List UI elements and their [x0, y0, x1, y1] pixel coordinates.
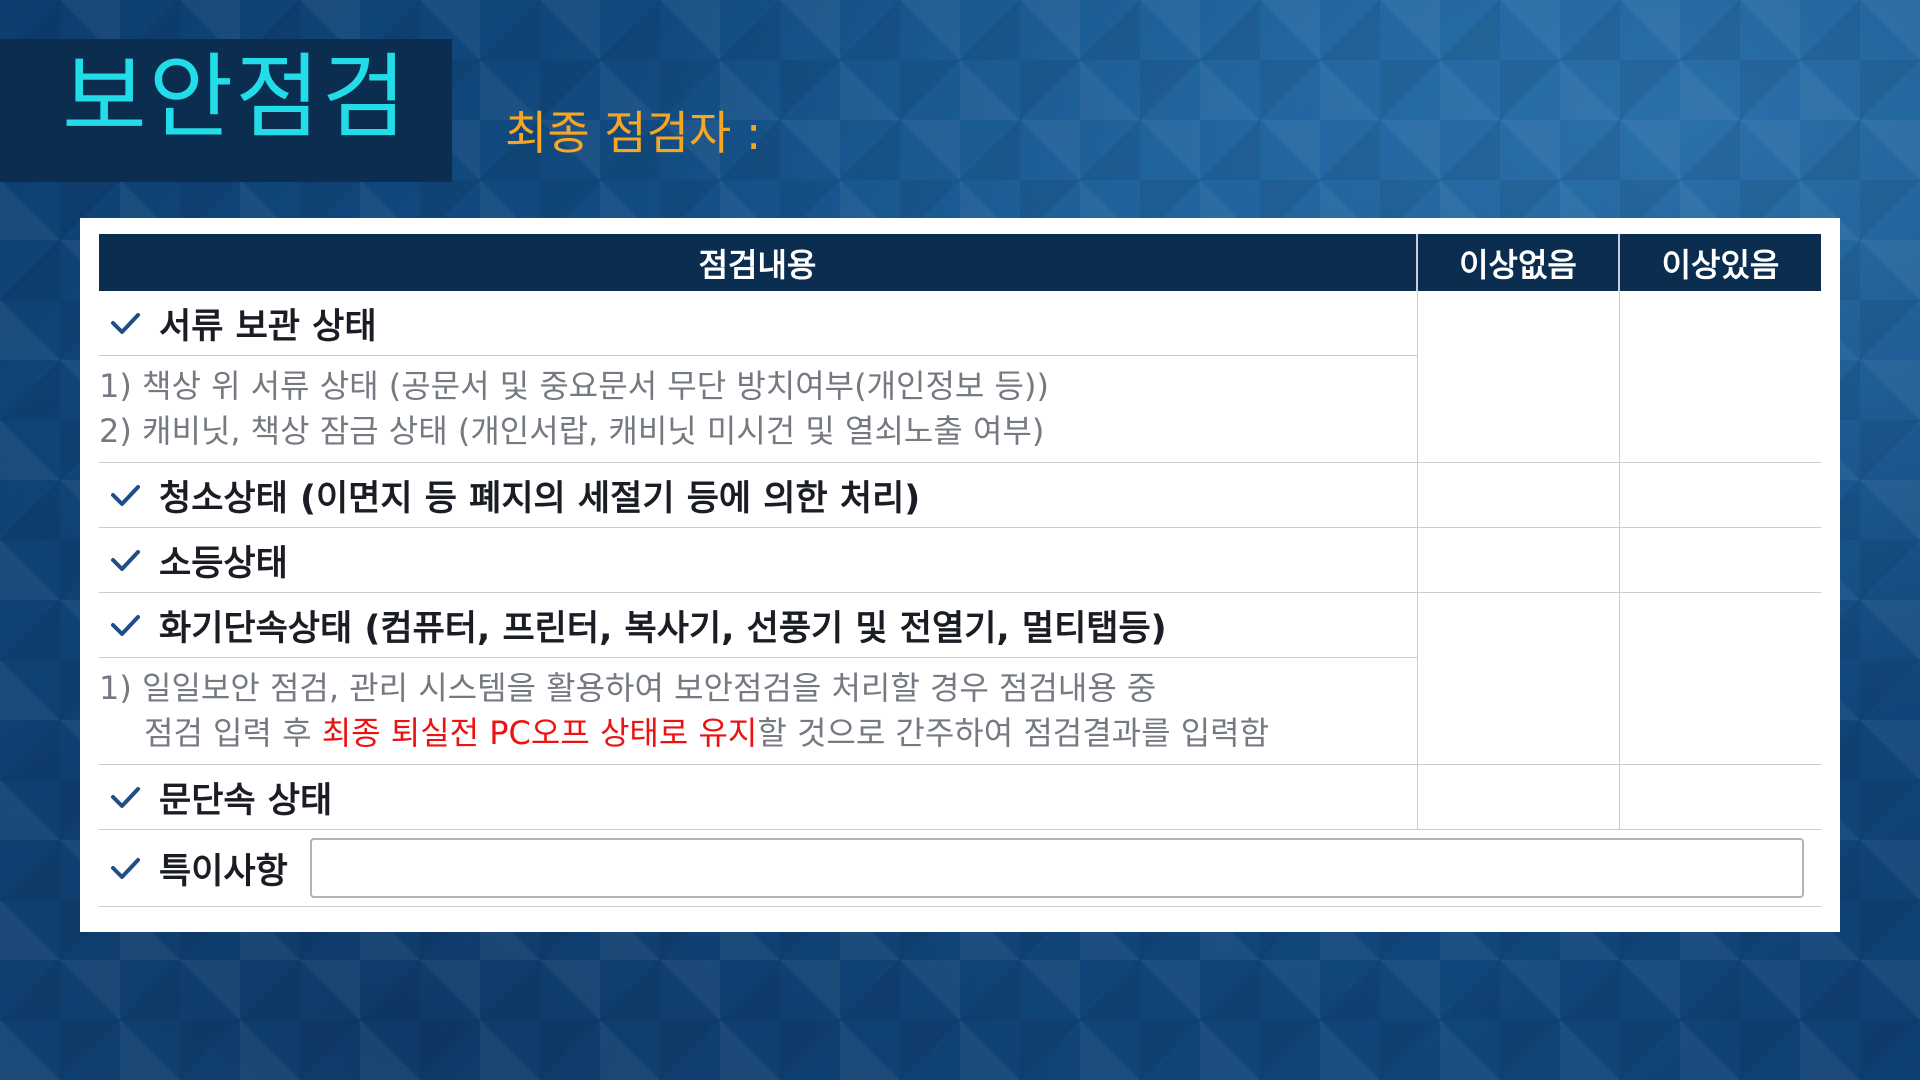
checkmark-icon [109, 609, 141, 641]
result-cell-no-issue[interactable] [1416, 462, 1619, 528]
category-fire: 화기단속상태 (컴퓨터, 프린터, 복사기, 선풍기 및 전열기, 멀티탭등) [99, 592, 1417, 658]
category-label: 소등상태 [159, 543, 288, 584]
detail-line: 1) 책상 위 서류 상태 (공문서 및 중요문서 무단 방치여부(개인정보 등… [99, 367, 1049, 405]
checkmark-icon [109, 307, 141, 339]
remarks-row: 특이사항 [99, 829, 1821, 907]
highlight-text: 최종 퇴실전 PC오프 상태로 유지 [321, 714, 758, 752]
result-cell-no-issue[interactable] [1416, 527, 1619, 593]
category-lights: 소등상태 [99, 527, 1417, 593]
remarks-label: 특이사항 [159, 851, 288, 892]
category-door: 문단속 상태 [99, 764, 1417, 830]
detail-line: 2) 캐비닛, 책상 잠금 상태 (개인서랍, 캐비닛 미시건 및 열쇠노출 여… [99, 412, 1045, 450]
checklist-card: 점검내용 이상없음 이상있음 서류 보관 상태 1) 책상 위 서류 상태 (공… [80, 218, 1840, 932]
security-checklist-table: 점검내용 이상없음 이상있음 서류 보관 상태 1) 책상 위 서류 상태 (공… [99, 234, 1821, 907]
detail-text: 점검 입력 후 [144, 714, 322, 752]
checkmark-icon [109, 852, 141, 884]
category-documents: 서류 보관 상태 [99, 291, 1417, 356]
table-row: 특이사항 [99, 829, 1821, 907]
table-row: 소등상태 [99, 527, 1821, 593]
result-cell-no-issue[interactable] [1416, 592, 1619, 765]
category-label: 화기단속상태 (컴퓨터, 프린터, 복사기, 선풍기 및 전열기, 멀티탭등) [159, 608, 1167, 649]
header-check-content: 점검내용 [99, 234, 1417, 291]
checkmark-icon [109, 781, 141, 813]
category-label: 서류 보관 상태 [159, 306, 377, 347]
final-inspector-label: 최종 점검자 : [505, 106, 762, 160]
table-row: 청소상태 (이면지 등 폐지의 세절기 등에 의한 처리) [99, 462, 1821, 528]
header-issue: 이상있음 [1618, 234, 1821, 291]
result-cell-no-issue[interactable] [1416, 764, 1619, 830]
result-cell-issue[interactable] [1618, 527, 1821, 593]
table-header-row: 점검내용 이상없음 이상있음 [99, 234, 1821, 291]
result-cell-issue[interactable] [1618, 291, 1821, 463]
page-title: 보안점검 [62, 44, 409, 151]
checkmark-icon [109, 479, 141, 511]
table-row: 문단속 상태 [99, 764, 1821, 830]
detail-line: 점검 입력 후 최종 퇴실전 PC오프 상태로 유지할 것으로 간주하여 점검결… [99, 711, 1417, 756]
documents-details: 1) 책상 위 서류 상태 (공문서 및 중요문서 무단 방치여부(개인정보 등… [99, 355, 1417, 463]
result-cell-no-issue[interactable] [1416, 291, 1619, 463]
category-cleaning: 청소상태 (이면지 등 폐지의 세절기 등에 의한 처리) [99, 462, 1417, 528]
result-cell-issue[interactable] [1618, 592, 1821, 765]
remarks-input[interactable] [309, 838, 1804, 898]
result-cell-issue[interactable] [1618, 462, 1821, 528]
fire-details: 1) 일일보안 점검, 관리 시스템을 활용하여 보안점검을 처리할 경우 점검… [99, 657, 1417, 765]
detail-line: 1) 일일보안 점검, 관리 시스템을 활용하여 보안점검을 처리할 경우 점검… [99, 669, 1157, 707]
checkmark-icon [109, 544, 141, 576]
result-cell-issue[interactable] [1618, 764, 1821, 830]
table-row: 화기단속상태 (컴퓨터, 프린터, 복사기, 선풍기 및 전열기, 멀티탭등) [99, 592, 1821, 765]
category-label: 청소상태 (이면지 등 폐지의 세절기 등에 의한 처리) [159, 478, 921, 519]
header-no-issue: 이상없음 [1416, 234, 1619, 291]
detail-text: 할 것으로 간주하여 점검결과를 입력함 [757, 714, 1270, 752]
category-label: 문단속 상태 [159, 780, 333, 821]
table-row: 서류 보관 상태 [99, 291, 1821, 463]
